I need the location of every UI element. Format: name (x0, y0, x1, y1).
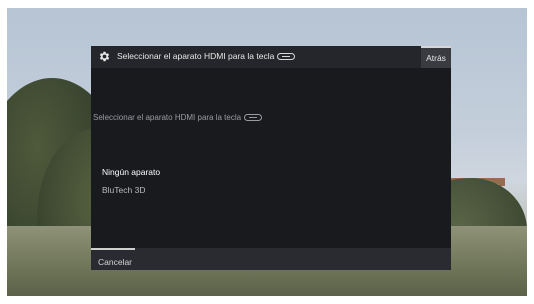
option-blutech-3d[interactable]: BluTech 3D (102, 185, 145, 195)
cancel-button[interactable]: Cancelar (91, 248, 135, 270)
back-button[interactable]: Atrás (421, 46, 451, 68)
dialog-title-text: Seleccionar el aparato HDMI para la tecl… (117, 51, 275, 61)
dialog-subtitle-text: Seleccionar el aparato HDMI para la tecl… (93, 113, 242, 122)
dialog-header: Seleccionar el aparato HDMI para la tecl… (91, 46, 451, 68)
dialog-title: Seleccionar el aparato HDMI para la tecl… (117, 51, 296, 61)
remote-key-icon (244, 114, 263, 121)
dialog-footer: Cancelar (91, 248, 451, 270)
remote-key-icon (277, 52, 296, 60)
gear-icon (99, 51, 110, 62)
option-no-device[interactable]: Ningún aparato (102, 167, 160, 177)
hdmi-select-dialog: Seleccionar el aparato HDMI para la tecl… (91, 46, 451, 270)
dialog-subtitle: Seleccionar el aparato HDMI para la tecl… (93, 113, 263, 122)
